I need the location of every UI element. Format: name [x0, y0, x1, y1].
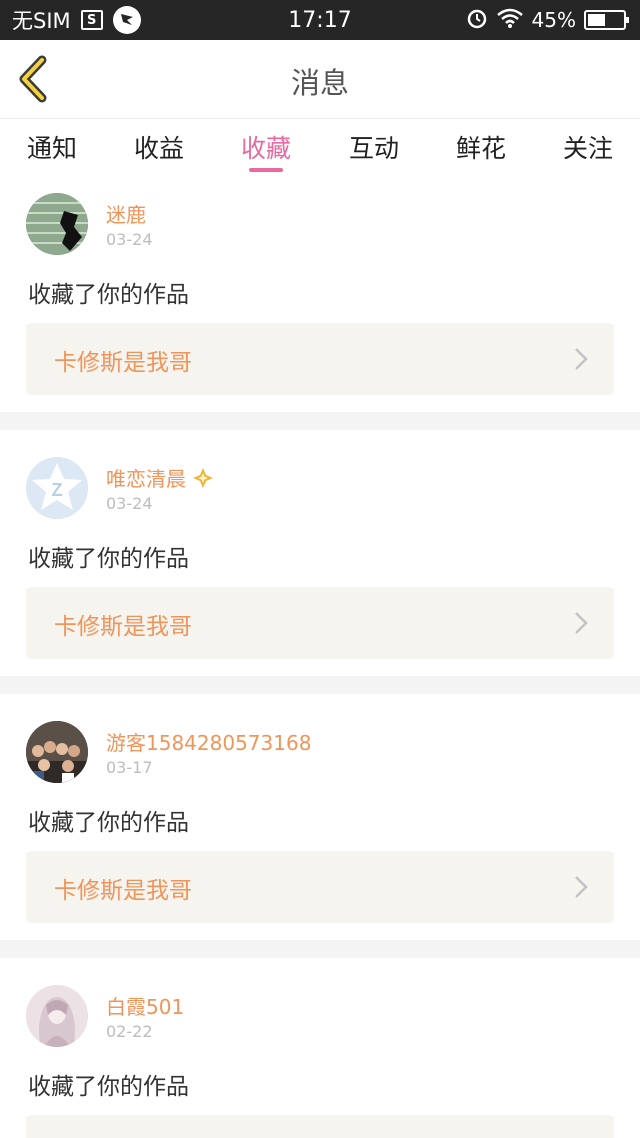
work-link[interactable]: 卡修斯是我哥	[26, 323, 614, 395]
active-tab-indicator	[249, 168, 283, 172]
message-text: 收藏了你的作品	[28, 546, 189, 572]
message-date: 03-24	[106, 494, 153, 513]
message-card: 白霞501 02-22 收藏了你的作品	[0, 958, 640, 1138]
username[interactable]: 唯恋清晨	[106, 463, 214, 494]
battery-icon	[584, 10, 629, 30]
message-text: 收藏了你的作品	[28, 282, 189, 308]
message-date: 03-24	[106, 230, 153, 249]
chevron-right-icon	[575, 612, 588, 634]
chevron-right-icon	[575, 348, 588, 370]
svg-text:Z: Z	[52, 480, 63, 500]
work-title: 卡修斯是我哥	[54, 878, 192, 904]
message-text: 收藏了你的作品	[28, 1074, 189, 1100]
message-date: 02-22	[106, 1022, 153, 1041]
nav-bar: 消息	[0, 40, 640, 118]
work-link[interactable]: 卡修斯是我哥	[26, 587, 614, 659]
username[interactable]: 白霞501	[106, 991, 184, 1020]
tab-bar: 通知 收益 收藏 互动 鲜花 关注	[0, 118, 640, 176]
tab-earnings[interactable]: 收益	[119, 129, 199, 165]
tab-follows[interactable]: 关注	[548, 129, 628, 165]
page-title: 消息	[290, 66, 349, 100]
username[interactable]: 迷鹿	[106, 199, 146, 228]
work-link[interactable]: 卡修斯是我哥	[26, 851, 614, 923]
message-text: 收藏了你的作品	[28, 810, 189, 836]
sparkle-badge-icon	[192, 467, 214, 494]
avatar[interactable]	[26, 985, 88, 1047]
message-card: 迷鹿 03-24 收藏了你的作品 卡修斯是我哥	[0, 176, 640, 412]
tab-flowers[interactable]: 鲜花	[441, 129, 521, 165]
tab-notifications[interactable]: 通知	[12, 129, 92, 165]
message-card: Z 唯恋清晨 03-24 收藏了你的作品 卡修斯是我哥	[0, 430, 640, 676]
tab-favorites[interactable]: 收藏	[226, 129, 306, 165]
message-date: 03-17	[106, 758, 153, 777]
status-bar: 无SIM S 17:17 45%	[0, 0, 640, 40]
avatar[interactable]	[26, 721, 88, 783]
avatar[interactable]	[26, 193, 88, 255]
alarm-icon	[466, 7, 488, 34]
work-title: 卡修斯是我哥	[54, 614, 192, 640]
battery-percent: 45%	[531, 8, 576, 32]
tab-interactions[interactable]: 互动	[334, 129, 414, 165]
username-text: 唯恋清晨	[106, 467, 186, 491]
chevron-right-icon	[575, 876, 588, 898]
username[interactable]: 游客1584280573168	[106, 727, 311, 756]
wifi-icon	[496, 7, 524, 34]
work-link[interactable]	[26, 1115, 614, 1138]
work-title: 卡修斯是我哥	[54, 350, 192, 376]
avatar[interactable]: Z	[26, 457, 88, 519]
message-card: 游客1584280573168 03-17 收藏了你的作品 卡修斯是我哥	[0, 694, 640, 940]
